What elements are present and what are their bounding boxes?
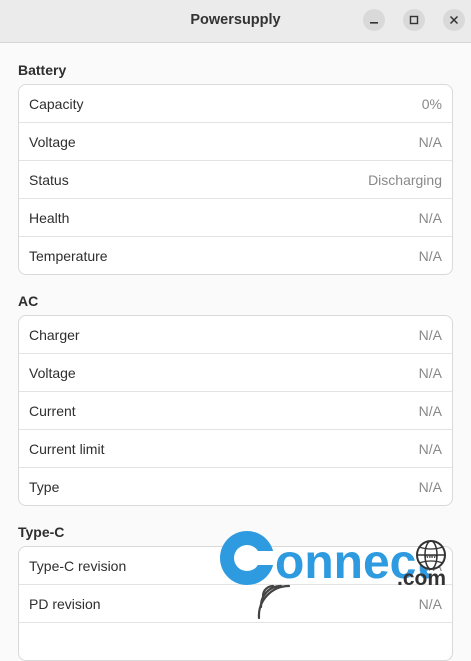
ac-list: Charger N/A Voltage N/A Current N/A Current…	[18, 315, 453, 506]
title-bar: Powersupply	[0, 0, 471, 43]
row-value: N/A	[418, 133, 442, 150]
close-icon	[449, 15, 459, 25]
row-type-c-revision: Type-C revision N/A	[19, 547, 452, 584]
row-value: N/A	[418, 326, 442, 343]
section-title-type-c: Type-C	[18, 524, 65, 540]
row-label: Current limit	[29, 440, 105, 457]
row-capacity: Capacity 0%	[19, 85, 452, 122]
row-label: Health	[29, 209, 70, 226]
maximize-icon	[409, 15, 419, 25]
row-voltage: Voltage N/A	[19, 353, 452, 391]
minimize-button[interactable]	[363, 9, 385, 31]
minimize-icon	[370, 22, 378, 24]
row-value: N/A	[418, 478, 442, 495]
row-voltage: Voltage N/A	[19, 122, 452, 160]
row-pd-revision: PD revision N/A	[19, 584, 452, 622]
row-value: N/A	[418, 595, 442, 612]
close-button[interactable]	[443, 9, 465, 31]
row-label: Voltage	[29, 133, 76, 150]
row-label: Type	[29, 478, 60, 495]
row-charger: Charger N/A	[19, 316, 452, 353]
row-value: N/A	[418, 209, 442, 226]
row-label: Type-C revision	[29, 557, 127, 574]
row-value: 0%	[421, 95, 442, 112]
section-ac: AC Charger N/A Voltage N/A Current N/A Curr…	[18, 292, 453, 506]
section-title-battery: Battery	[18, 62, 67, 78]
row-label: Temperature	[29, 247, 108, 264]
row-value: N/A	[418, 440, 442, 457]
row-label: Charger	[29, 326, 80, 343]
window-title: Powersupply	[190, 12, 281, 28]
row-label: Capacity	[29, 95, 84, 112]
section-battery: Battery Capacity 0% Voltage N/A Status Disc…	[18, 61, 453, 275]
section-type-c: Type-C Type-C revision N/A PD revision N/A	[18, 523, 453, 661]
battery-list: Capacity 0% Voltage N/A Status Discharging …	[18, 84, 453, 275]
row-status: Status Discharging	[19, 160, 452, 198]
row-value: N/A	[418, 557, 442, 574]
row-label: Voltage	[29, 364, 76, 381]
row-value: N/A	[418, 364, 442, 381]
row-current: Current N/A	[19, 391, 452, 429]
row-value: Discharging	[368, 171, 442, 188]
maximize-button[interactable]	[403, 9, 425, 31]
row-temperature: Temperature N/A	[19, 236, 452, 274]
row-type: Type N/A	[19, 467, 452, 505]
row-current-limit: Current limit N/A	[19, 429, 452, 467]
row-label: PD revision	[29, 595, 101, 612]
section-title-ac: AC	[18, 293, 39, 309]
row-empty	[19, 622, 452, 660]
type-c-list: Type-C revision N/A PD revision N/A	[18, 546, 453, 661]
row-value: N/A	[418, 402, 442, 419]
row-label: Current	[29, 402, 76, 419]
row-health: Health N/A	[19, 198, 452, 236]
content-area: Battery Capacity 0% Voltage N/A Status Disc…	[0, 61, 471, 661]
row-label: Status	[29, 171, 69, 188]
row-value: N/A	[418, 247, 442, 264]
